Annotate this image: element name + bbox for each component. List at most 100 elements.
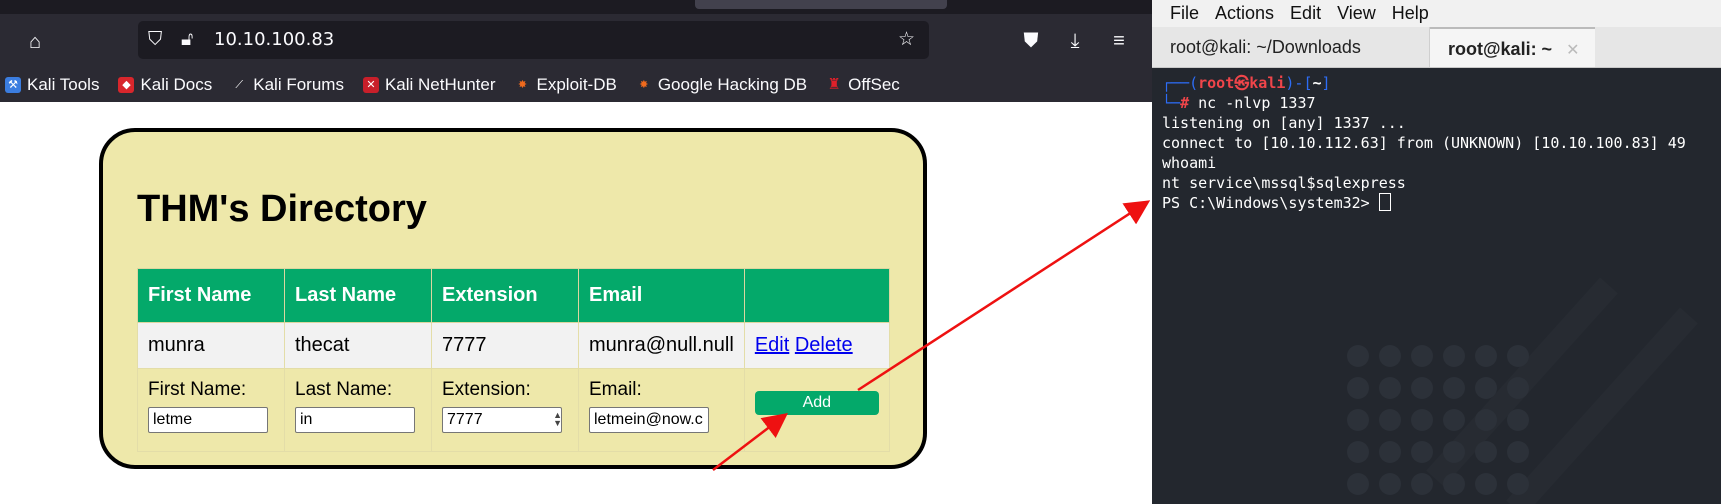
- directory-card: THM's Directory First Name Last Name Ext…: [99, 128, 927, 469]
- browser-window: ⌂ ⛉ 🔓︎ 10.10.100.83 ☆ ⛊ ⤓ ≡ ⚒ Kali Tools …: [0, 0, 1152, 504]
- bookmark-offsec[interactable]: ♜ OffSec: [826, 75, 900, 95]
- menu-edit[interactable]: Edit: [1290, 3, 1321, 24]
- delete-link[interactable]: Delete: [795, 334, 853, 356]
- background-dot: [1507, 473, 1529, 495]
- terminal-tab-home[interactable]: root@kali: ~ ✕: [1430, 27, 1595, 67]
- url-bar[interactable]: ⛉ 🔓︎ 10.10.100.83 ☆: [138, 21, 929, 59]
- first-name-label: First Name:: [148, 379, 247, 400]
- nethunter-icon: ✕: [362, 77, 379, 93]
- background-stripe: [1506, 307, 1698, 504]
- directory-table: First Name Last Name Extension Email mun…: [137, 268, 890, 452]
- bookmark-kali-nethunter[interactable]: ✕ Kali NetHunter: [362, 75, 496, 95]
- background-dot: [1347, 345, 1369, 367]
- background-dot: [1443, 345, 1465, 367]
- header-actions: [743, 268, 890, 323]
- pocket-icon[interactable]: ⛊: [1017, 29, 1045, 53]
- edit-link[interactable]: Edit: [755, 334, 789, 356]
- page-content: THM's Directory First Name Last Name Ext…: [0, 102, 1152, 504]
- background-dot: [1411, 473, 1433, 495]
- terminal-cursor: [1378, 193, 1391, 211]
- background-dot: [1507, 441, 1529, 463]
- bookmark-label: OffSec: [848, 75, 900, 94]
- spinner-arrows-icon[interactable]: ▲ ▼: [553, 411, 562, 428]
- bookmark-kali-forums[interactable]: ⟋ Kali Forums: [231, 75, 344, 95]
- page-title: THM's Directory: [137, 188, 427, 230]
- prompt-frame: ┌──(: [1162, 74, 1199, 92]
- browser-tab[interactable]: [695, 0, 947, 9]
- cell-last-name: thecat: [284, 322, 432, 369]
- prompt-host: kali: [1249, 74, 1286, 92]
- background-dot: [1443, 409, 1465, 431]
- menu-icon[interactable]: ≡: [1105, 29, 1133, 53]
- bookmark-exploit-db[interactable]: ✸ Exploit-DB: [515, 75, 617, 95]
- terminal-menubar: File Actions Edit View Help: [1152, 0, 1721, 27]
- background-dot: [1411, 377, 1433, 399]
- header-first-name: First Name: [137, 268, 285, 323]
- form-cell-first: First Name: letme: [137, 368, 285, 452]
- background-dot: [1443, 441, 1465, 463]
- form-cell-email: Email: letmein@now.c: [578, 368, 745, 452]
- terminal-output[interactable]: ┌──(root㉿kali)-[~] └─# nc -nlvp 1337 lis…: [1162, 73, 1686, 213]
- cell-first-name: munra: [137, 322, 285, 369]
- form-cell-last: Last Name: in: [284, 368, 432, 452]
- output-line: listening on [any] 1337 ...: [1162, 114, 1406, 132]
- terminal-tab-downloads[interactable]: root@kali: ~/Downloads: [1152, 27, 1430, 67]
- kali-forums-icon: ⟋: [235, 79, 244, 91]
- background-dot: [1347, 473, 1369, 495]
- background-dot: [1411, 345, 1433, 367]
- add-entry-form-row: First Name: letme Last Name: in Extension:…: [137, 368, 890, 452]
- navigation-toolbar: ⌂ ⛉ 🔓︎ 10.10.100.83 ☆ ⛊ ⤓ ≡: [0, 14, 1152, 68]
- download-icon[interactable]: ⤓: [1061, 29, 1089, 53]
- header-email: Email: [578, 268, 745, 323]
- background-dot: [1347, 441, 1369, 463]
- email-input[interactable]: letmein@now.c: [589, 407, 709, 433]
- bookmark-label: Kali Tools: [27, 75, 100, 94]
- terminal-window: File Actions Edit View Help root@kali: ~…: [1152, 0, 1721, 504]
- output-line: whoami: [1162, 154, 1217, 172]
- menu-actions[interactable]: Actions: [1215, 3, 1274, 24]
- background-dot: [1411, 441, 1433, 463]
- background-dot: [1475, 473, 1497, 495]
- menu-file[interactable]: File: [1170, 3, 1199, 24]
- background-dot: [1379, 377, 1401, 399]
- background-dot: [1347, 377, 1369, 399]
- bookmark-kali-tools[interactable]: ⚒ Kali Tools: [5, 75, 99, 95]
- bookmark-label: Kali Forums: [253, 75, 344, 94]
- lock-icon[interactable]: 🔓︎: [181, 28, 193, 52]
- menu-help[interactable]: Help: [1392, 3, 1429, 24]
- background-dot: [1507, 345, 1529, 367]
- menu-view[interactable]: View: [1337, 3, 1376, 24]
- background-dot: [1411, 409, 1433, 431]
- shield-icon[interactable]: ⛉: [148, 28, 162, 52]
- background-dot: [1475, 377, 1497, 399]
- prompt-at: ㉿: [1234, 74, 1250, 92]
- add-button[interactable]: Add: [754, 391, 879, 415]
- email-label: Email:: [589, 379, 642, 400]
- first-name-input[interactable]: letme: [148, 407, 268, 433]
- header-last-name: Last Name: [284, 268, 432, 323]
- home-icon[interactable]: ⌂: [21, 30, 49, 54]
- url-text[interactable]: 10.10.100.83: [214, 30, 334, 50]
- extension-input[interactable]: 7777: [442, 407, 562, 433]
- close-tab-icon[interactable]: ✕: [1566, 42, 1579, 59]
- bookmark-label: Kali Docs: [140, 75, 213, 94]
- offsec-icon: ♜: [827, 76, 841, 93]
- prompt-frame: ]: [1321, 74, 1331, 92]
- prompt-frame: )-[: [1285, 74, 1313, 92]
- background-dot: [1475, 345, 1497, 367]
- background-dot: [1347, 409, 1369, 431]
- background-dot: [1379, 409, 1401, 431]
- browser-tab-strip: [0, 0, 1152, 14]
- last-name-input[interactable]: in: [295, 407, 415, 433]
- background-dot: [1475, 409, 1497, 431]
- output-line: nt service\mssql$sqlexpress: [1162, 174, 1406, 192]
- background-dot: [1379, 441, 1401, 463]
- form-cell-extension: Extension: 7777 ▲ ▼: [431, 368, 579, 452]
- extension-stepper[interactable]: 7777 ▲ ▼: [442, 407, 568, 433]
- star-icon[interactable]: ☆: [898, 28, 915, 52]
- bookmark-label: Google Hacking DB: [657, 75, 808, 94]
- output-line: connect to [10.10.112.63] from (UNKNOWN)…: [1162, 134, 1686, 152]
- bookmark-label: Kali NetHunter: [384, 75, 496, 94]
- bookmark-google-hacking-db[interactable]: ✸ Google Hacking DB: [636, 75, 807, 95]
- bookmark-kali-docs[interactable]: ◆ Kali Docs: [118, 75, 212, 95]
